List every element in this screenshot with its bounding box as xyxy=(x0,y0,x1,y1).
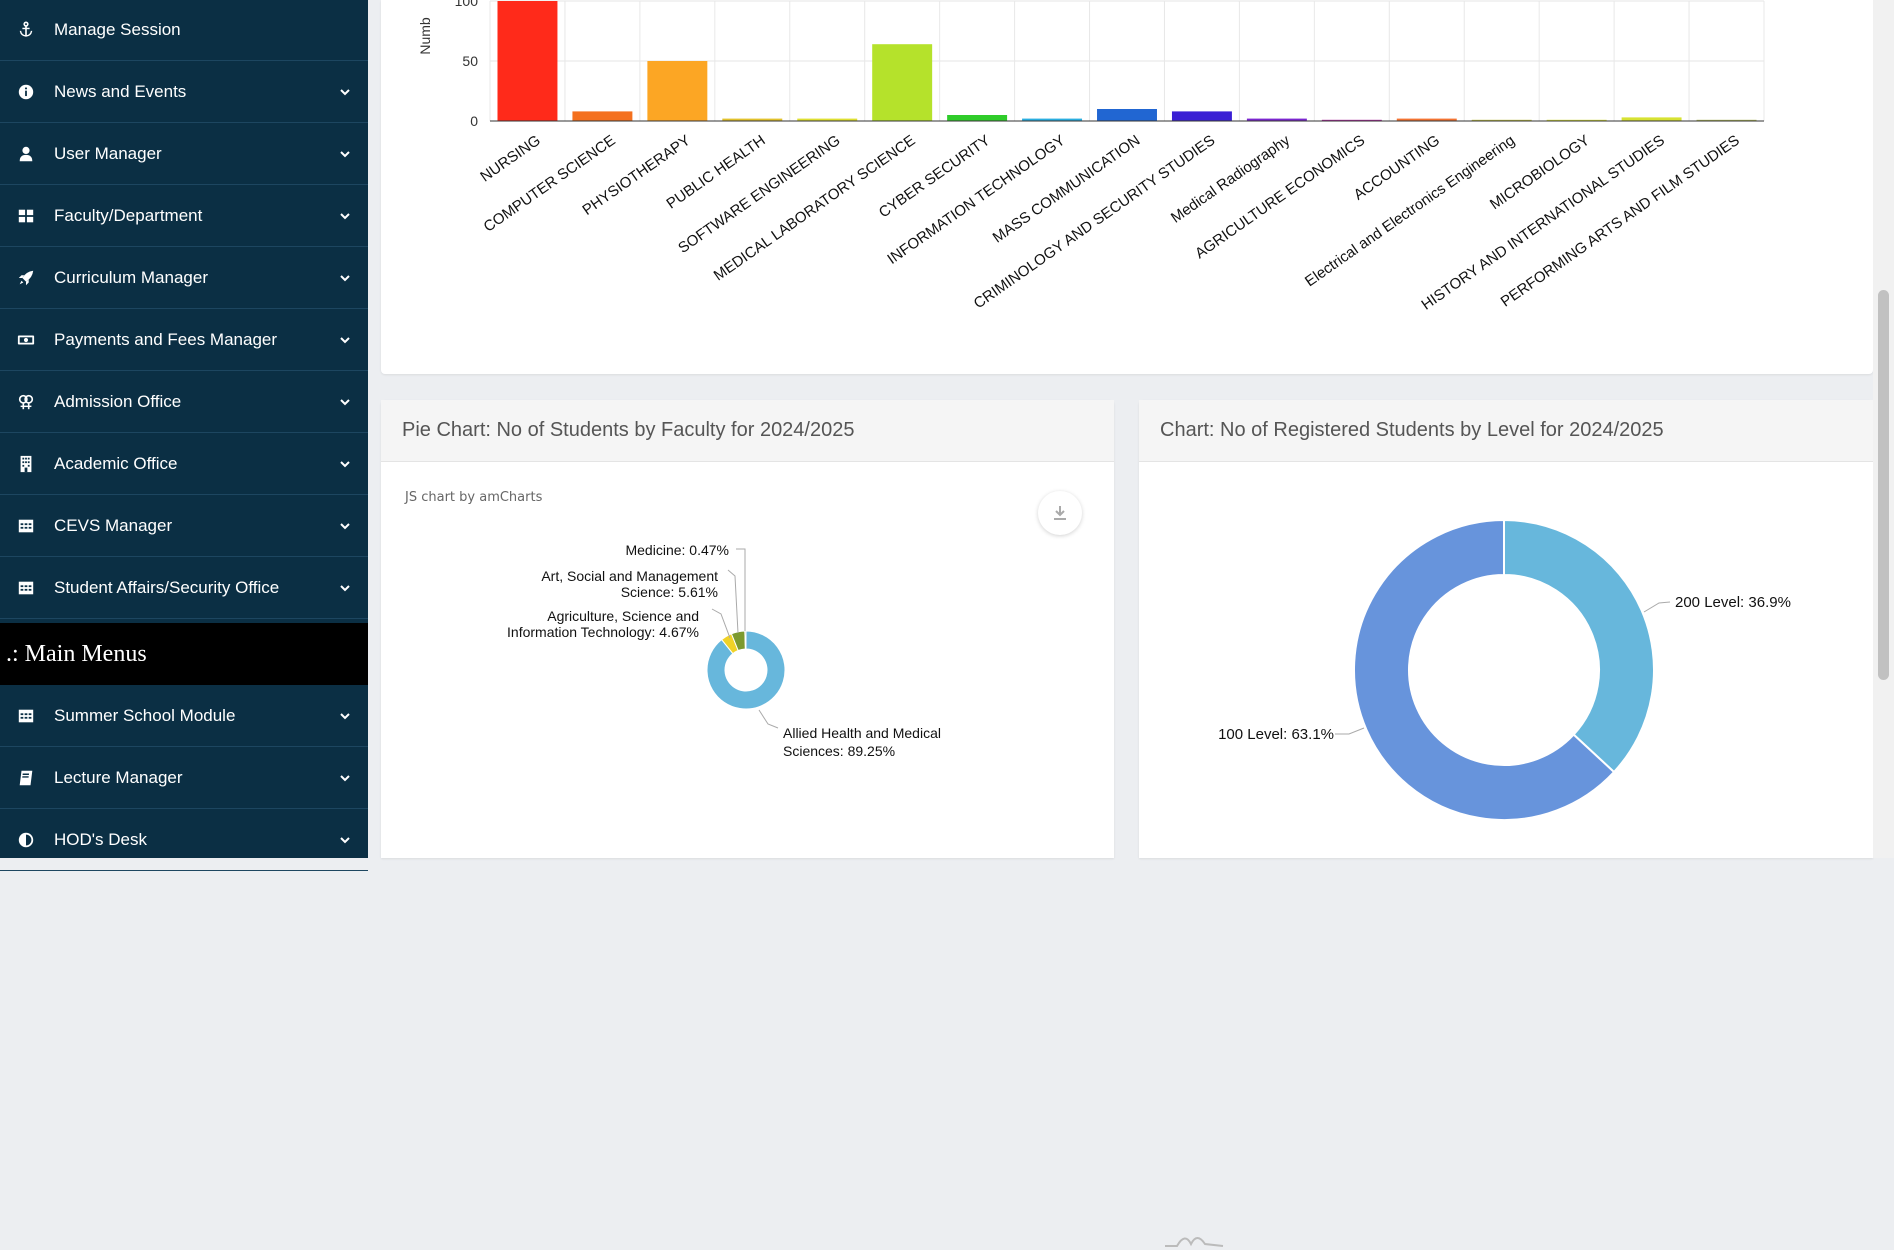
slice-label: Information Technology: 4.67% xyxy=(507,624,699,640)
page-scrollbar[interactable] xyxy=(1873,0,1894,858)
bar xyxy=(1097,109,1157,121)
adjust-icon xyxy=(14,831,38,849)
book-icon xyxy=(14,769,38,787)
bar xyxy=(572,111,633,121)
money-icon xyxy=(14,331,38,349)
slice-label: Allied Health and Medical xyxy=(783,725,941,741)
bar xyxy=(1171,111,1232,121)
chevron-down-icon xyxy=(340,213,350,220)
callout-line xyxy=(711,608,731,639)
chevron-down-icon xyxy=(340,89,350,96)
slice-label: 200 Level: 36.9% xyxy=(1675,594,1791,611)
anchor-icon xyxy=(14,21,38,39)
bar xyxy=(647,61,708,121)
chevron-down-icon xyxy=(340,461,350,468)
chevron-down-icon xyxy=(340,585,350,592)
chevron-down-icon xyxy=(340,775,350,782)
sidebar-item-label: Admission Office xyxy=(54,392,182,411)
gender-icon xyxy=(14,393,38,411)
slice-label: 100 Level: 63.1% xyxy=(1218,726,1334,743)
level-donut-panel: Chart: No of Registered Students by Leve… xyxy=(1139,400,1873,1247)
sidebar-item-label: Curriculum Manager xyxy=(54,268,208,287)
chevron-down-icon xyxy=(340,523,350,530)
sidebar-item-label: HOD's Desk xyxy=(54,830,147,849)
faculty-pie-title: Pie Chart: No of Students by Faculty for… xyxy=(381,400,1114,462)
chevron-down-icon xyxy=(340,837,350,844)
sidebar-item-label: CEVS Manager xyxy=(54,516,173,535)
y-axis-label: Numb xyxy=(417,17,433,55)
sidebar-item-faculty-department[interactable]: Faculty/Department xyxy=(0,186,368,247)
y-tick-label: 100 xyxy=(455,0,479,9)
sidebar: Manage Session News and Events User Mana… xyxy=(0,0,368,871)
chevron-down-icon xyxy=(340,713,350,720)
sidebar-item-user-manager[interactable]: User Manager xyxy=(0,124,368,185)
sidebar-item-hods-desk[interactable]: HOD's Desk xyxy=(0,810,368,871)
chevron-down-icon xyxy=(340,275,350,282)
sidebar-item-label: Manage Session xyxy=(54,20,181,39)
callout-line xyxy=(727,569,739,634)
x-tick-label: NURSING xyxy=(477,132,543,186)
level-donut-chart: 200 Level: 36.9% 100 Level: 63.1% xyxy=(1218,518,1791,821)
sidebar-item-label: News and Events xyxy=(54,82,187,101)
bar xyxy=(872,44,933,122)
slice-label: Art, Social and Management xyxy=(541,568,718,584)
callout-line xyxy=(1643,601,1671,613)
slice-label: Agriculture, Science and xyxy=(547,608,699,624)
faculty-pie-panel: Pie Chart: No of Students by Faculty for… xyxy=(381,400,1114,858)
bar xyxy=(497,1,558,121)
info-icon xyxy=(14,83,38,101)
sidebar-item-lecture-manager[interactable]: Lecture Manager xyxy=(0,748,368,809)
sidebar-item-label: Payments and Fees Manager xyxy=(54,330,278,349)
level-donut-title: Chart: No of Registered Students by Leve… xyxy=(1139,400,1873,462)
sidebar-item-label: Lecture Manager xyxy=(54,768,183,787)
sidebar-item-student-affairs-security-office[interactable]: Student Affairs/Security Office xyxy=(0,558,368,619)
bar xyxy=(1621,117,1682,121)
slice-label: Sciences: 89.25% xyxy=(783,743,895,759)
bar-chart-panel: 0 50 100 Numb NURSING COMPUTER SCIENCE PHYSIOT… xyxy=(381,0,1873,374)
sidebar-item-label: Academic Office xyxy=(54,454,178,473)
bar xyxy=(947,115,1008,121)
table-icon xyxy=(14,517,38,535)
callout-line xyxy=(758,709,779,729)
y-tick-label: 0 xyxy=(470,113,478,129)
logo-stroke xyxy=(1165,1237,1224,1247)
sidebar-item-label: Student Affairs/Security Office xyxy=(54,578,280,597)
chevron-down-icon xyxy=(340,399,350,406)
chevron-down-icon xyxy=(340,337,350,344)
x-tick-label: MASS COMMUNICATION xyxy=(990,132,1144,247)
rocket-icon xyxy=(14,269,38,287)
faculty-pie-chart: Allied Health and Medical Sciences: 89.25… xyxy=(507,542,941,759)
main-menus-heading: .: Main Menus xyxy=(0,623,368,685)
sidebar-item-label: Faculty/Department xyxy=(54,206,203,225)
sidebar-item-admission-office[interactable]: Admission Office xyxy=(0,372,368,433)
sidebar-item-label: Summer School Module xyxy=(54,706,236,725)
table-icon xyxy=(14,579,38,597)
table-icon xyxy=(14,707,38,725)
x-tick-label: COMPUTER SCIENCE xyxy=(481,132,619,236)
sidebar-item-news-and-events[interactable]: News and Events xyxy=(0,62,368,123)
sidebar-item-payments-and-fees-manager[interactable]: Payments and Fees Manager xyxy=(0,310,368,371)
amcharts-logo-icon[interactable] xyxy=(1163,1226,1235,1250)
slice-label: Medicine: 0.47% xyxy=(625,542,729,558)
chevron-down-icon xyxy=(340,151,350,158)
dashboard-icon xyxy=(14,207,38,225)
y-tick-label: 50 xyxy=(462,53,478,69)
user-icon xyxy=(14,145,38,163)
building-icon xyxy=(14,455,38,473)
bar-chart: 050100NumbNURSINGCOMPUTER SCIENCEPHYSIOT… xyxy=(417,0,1765,314)
donut-slice xyxy=(1503,518,1655,774)
slice-label: Science: 5.61% xyxy=(621,584,718,600)
scrollbar-thumb[interactable] xyxy=(1878,290,1889,680)
sidebar-item-curriculum-manager[interactable]: Curriculum Manager xyxy=(0,248,368,309)
callout-line xyxy=(1335,727,1365,735)
sidebar-item-manage-session[interactable]: Manage Session xyxy=(0,0,368,61)
sidebar-item-academic-office[interactable]: Academic Office xyxy=(0,434,368,495)
sidebar-item-label: User Manager xyxy=(54,144,162,163)
sidebar-item-summer-school-module[interactable]: Summer School Module xyxy=(0,686,368,747)
sidebar-item-cevs-manager[interactable]: CEVS Manager xyxy=(0,496,368,557)
pie-slice xyxy=(744,630,747,650)
